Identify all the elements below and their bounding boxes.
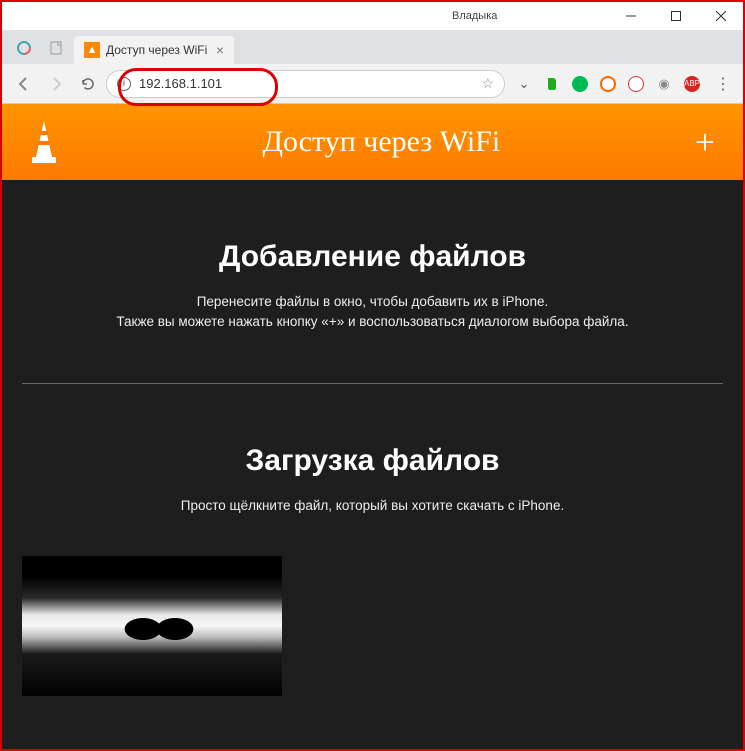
page-header: Доступ через WiFi +: [2, 104, 743, 180]
address-bar[interactable]: i 192.168.1.101 ☆: [106, 70, 505, 98]
green-ext-icon[interactable]: [571, 75, 589, 93]
download-files-text: Просто щёлкните файл, который вы хотите …: [32, 496, 713, 516]
maximize-button[interactable]: [653, 2, 698, 30]
active-tab[interactable]: ▲ Доступ через WiFi ×: [74, 36, 234, 64]
window-titlebar: Владыка: [2, 2, 743, 30]
reload-button[interactable]: [74, 70, 102, 98]
forward-button[interactable]: [42, 70, 70, 98]
url-text: 192.168.1.101: [139, 76, 475, 91]
pocket-ext-icon[interactable]: ⌄: [515, 75, 533, 93]
window-title: Владыка: [452, 10, 497, 22]
page-title: Доступ через WiFi: [76, 125, 687, 159]
add-files-section: Добавление файлов Перенесите файлы в окн…: [2, 180, 743, 383]
chrome-menu-button[interactable]: ⋮: [711, 72, 735, 96]
back-button[interactable]: [10, 70, 38, 98]
extension-icons: ⌄ ◉ ABP: [509, 75, 707, 93]
file-thumbnail[interactable]: [22, 556, 282, 696]
tab-strip: ▲ Доступ через WiFi ×: [2, 30, 743, 64]
close-window-button[interactable]: [698, 2, 743, 30]
opera-ext-icon[interactable]: [627, 75, 645, 93]
bookmark-star-icon[interactable]: ☆: [481, 75, 494, 92]
vlc-logo-icon: [22, 117, 66, 167]
close-tab-icon[interactable]: ×: [216, 42, 224, 58]
minimize-button[interactable]: [608, 2, 653, 30]
add-files-heading: Добавление файлов: [32, 240, 713, 274]
adblock-ext-icon[interactable]: ABP: [683, 75, 701, 93]
site-info-icon[interactable]: i: [117, 77, 131, 91]
download-files-heading: Загрузка файлов: [32, 444, 713, 478]
tab-label: Доступ через WiFi: [106, 43, 207, 57]
tab-icon-1[interactable]: [10, 34, 38, 62]
tab-icon-2[interactable]: [42, 34, 70, 62]
add-files-text-2: Также вы можете нажать кнопку «+» и восп…: [32, 312, 713, 332]
download-files-section: Загрузка файлов Просто щёлкните файл, ко…: [2, 384, 743, 536]
evernote-ext-icon[interactable]: [543, 75, 561, 93]
vlc-favicon-icon: ▲: [84, 42, 100, 58]
page-content: Доступ через WiFi + Добавление файлов Пе…: [2, 104, 743, 749]
add-file-button[interactable]: +: [687, 121, 723, 163]
orange-ext-icon[interactable]: [599, 75, 617, 93]
browser-toolbar: i 192.168.1.101 ☆ ⌄ ◉ ABP ⋮: [2, 64, 743, 104]
add-files-text-1: Перенесите файлы в окно, чтобы добавить …: [32, 292, 713, 312]
bulb-ext-icon[interactable]: ◉: [655, 75, 673, 93]
new-tab-button[interactable]: [240, 40, 264, 60]
